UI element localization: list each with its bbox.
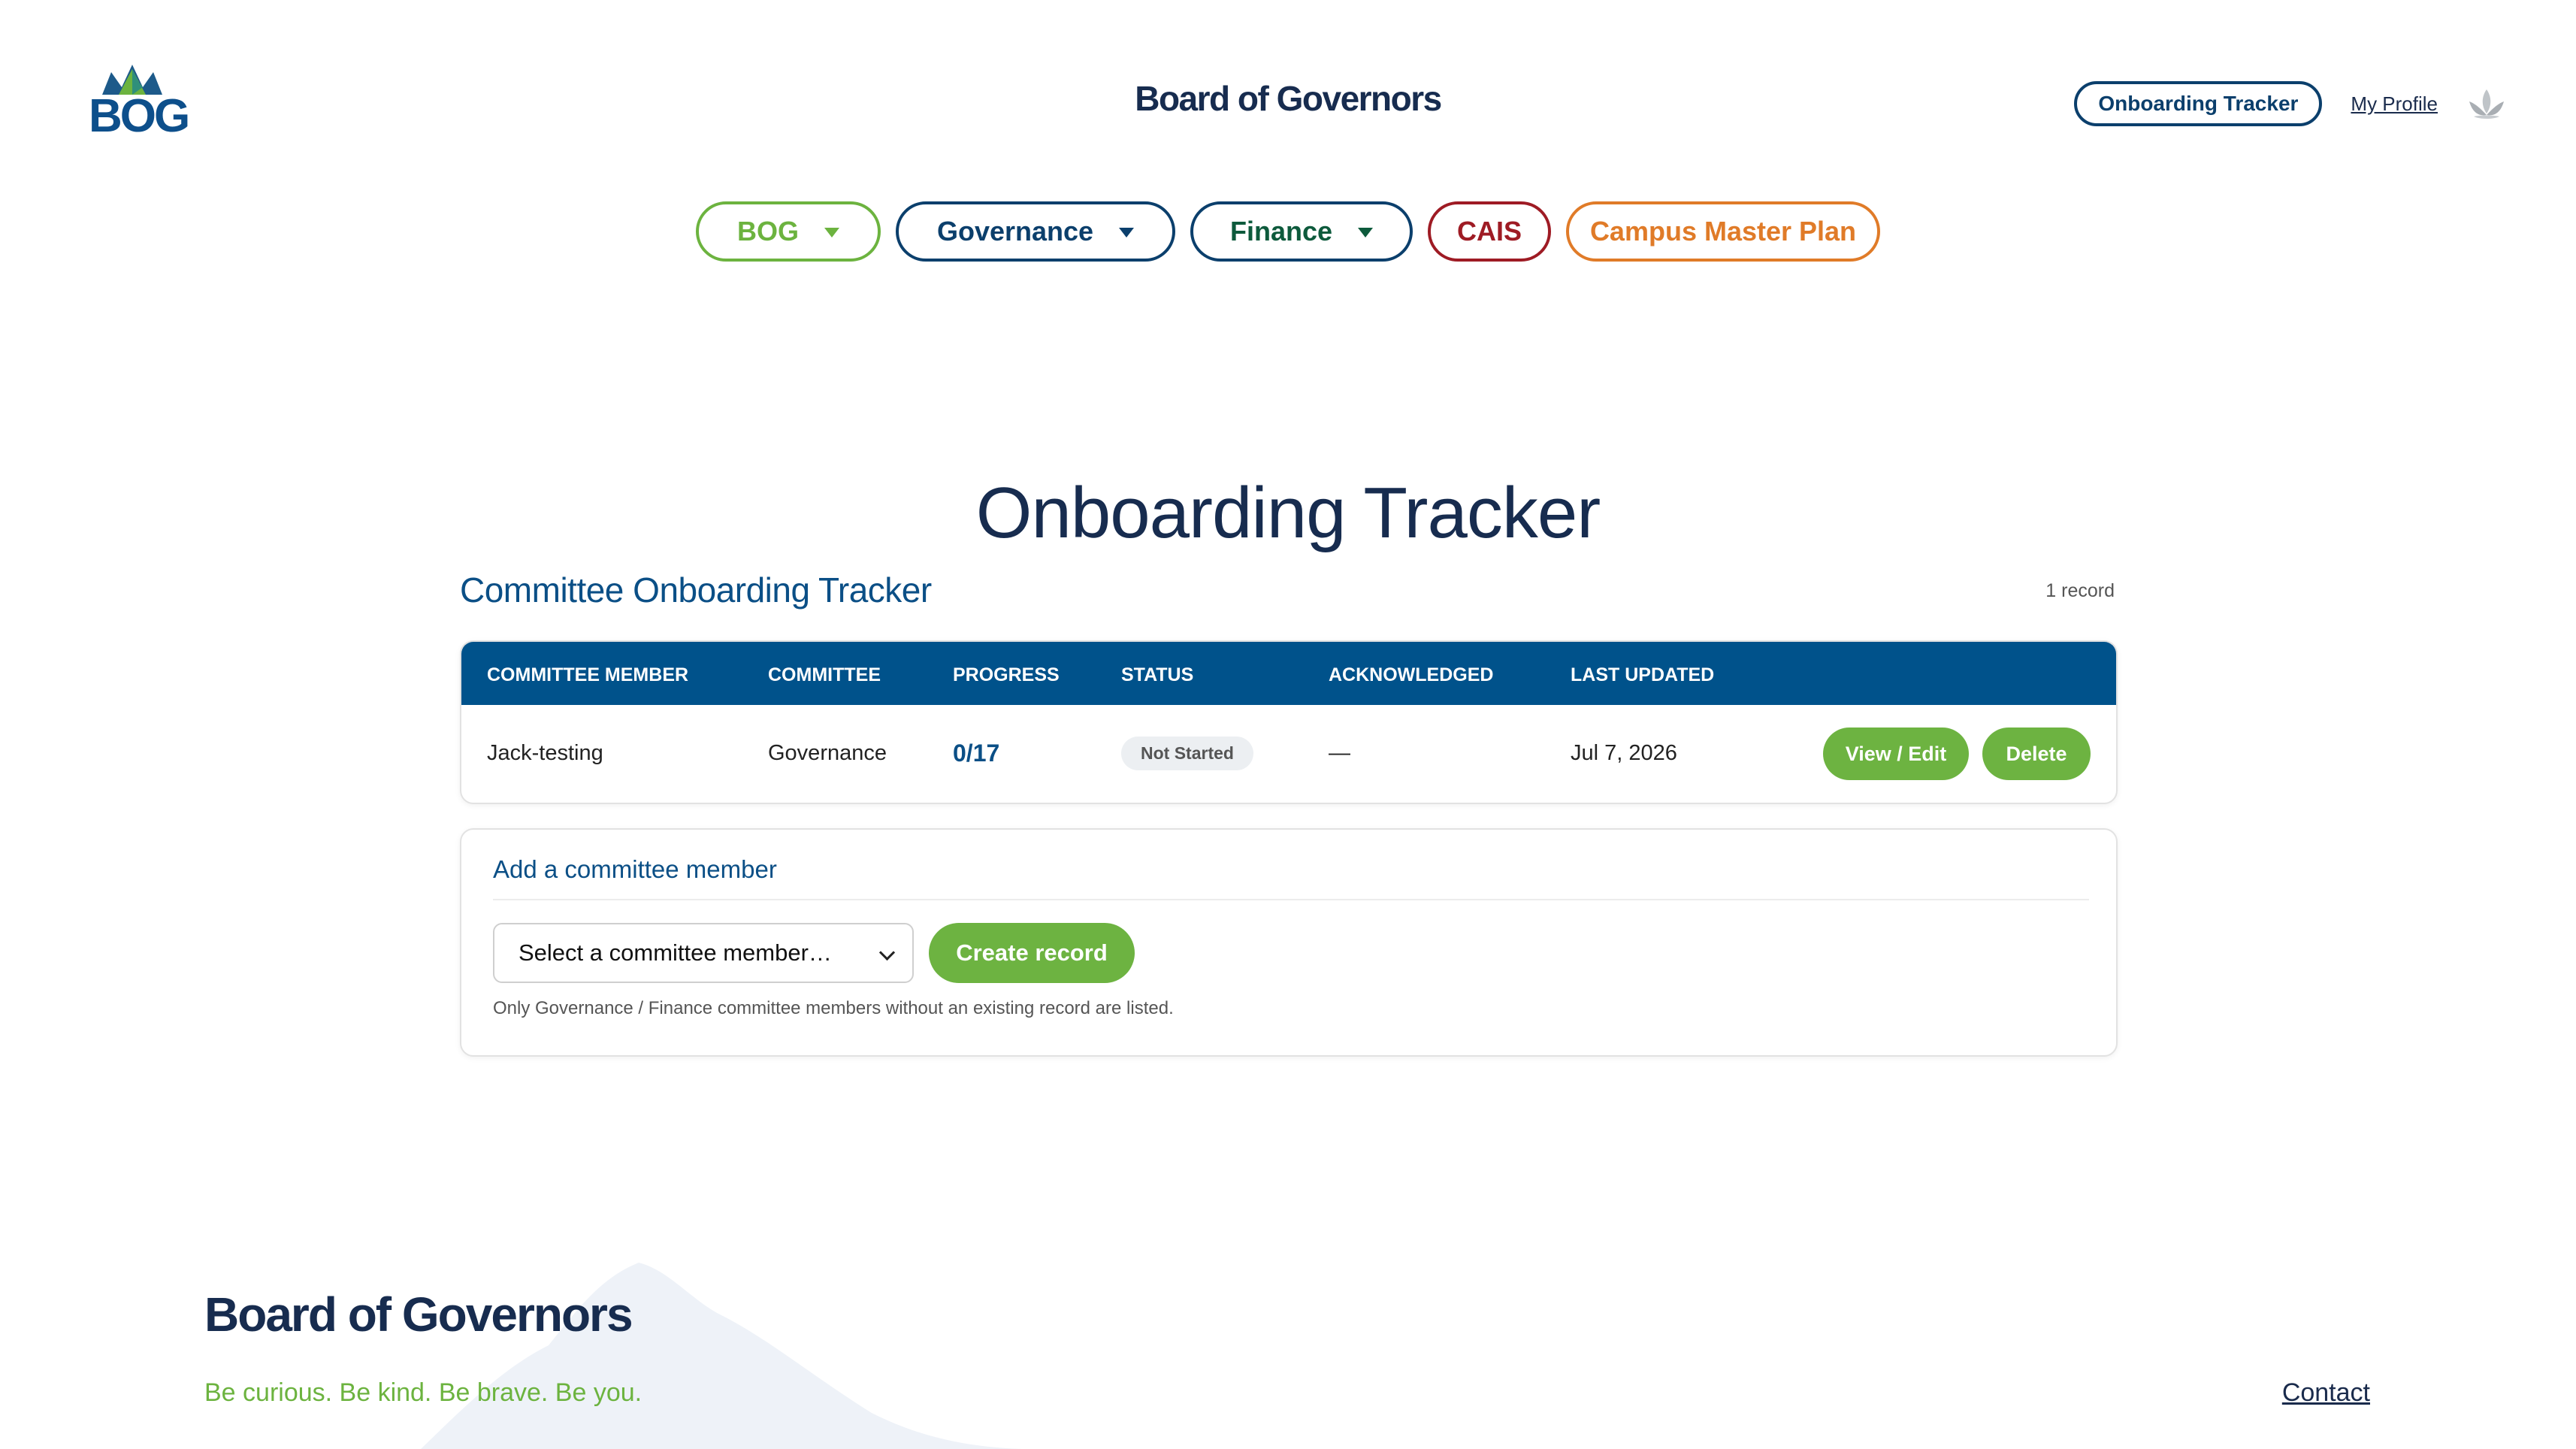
nav-campus-master-plan-label: Campus Master Plan: [1589, 216, 1857, 247]
last-updated-value: Jul 7, 2026: [1571, 741, 1677, 765]
nav-cais[interactable]: CAIS: [1428, 201, 1551, 262]
add-member-title: Add a committee member: [493, 855, 777, 883]
onboarding-table: COMMITTEE MEMBER COMMITTEE PROGRESS STAT…: [460, 640, 2118, 804]
select-value: Select a committee member…: [519, 939, 832, 966]
nav-campus-master-plan[interactable]: Campus Master Plan: [1566, 201, 1880, 262]
section-title: Committee Onboarding Tracker: [460, 570, 932, 610]
page-title: Onboarding Tracker: [975, 473, 1601, 553]
nav-finance[interactable]: Finance: [1190, 201, 1413, 262]
view-edit-button[interactable]: View / Edit: [1823, 728, 1969, 780]
header-actions: Onboarding Tracker My Profile: [2074, 81, 2507, 126]
contact-link[interactable]: Contact: [2282, 1378, 2370, 1408]
caret-down-icon: [1358, 227, 1374, 237]
my-profile-link[interactable]: My Profile: [2351, 92, 2438, 116]
record-count: 1 record: [2045, 580, 2115, 601]
column-header-committee: COMMITTEE: [768, 664, 881, 685]
acknowledged-value: —: [1329, 741, 1350, 765]
add-member-hint: Only Governance / Finance committee memb…: [493, 998, 1174, 1018]
table-row: Jack-testing Governance 0/17 Not Started…: [461, 705, 2116, 801]
delete-button[interactable]: Delete: [1982, 728, 2091, 780]
lotus-icon[interactable]: [2466, 85, 2507, 123]
caret-down-icon: [1119, 227, 1135, 237]
status-badge: Not Started: [1121, 737, 1253, 770]
onboarding-tracker-link[interactable]: Onboarding Tracker: [2074, 81, 2323, 126]
column-header-last-updated: LAST UPDATED: [1571, 664, 1715, 685]
nav-governance[interactable]: Governance: [896, 201, 1175, 262]
caret-down-icon: [824, 227, 839, 237]
divider: [493, 899, 2089, 900]
nav-governance-label: Governance: [936, 216, 1094, 247]
footer-title: Board of Governors: [204, 1287, 633, 1342]
nav-cais-label: CAIS: [1456, 216, 1522, 247]
nav-bog-label: BOG: [736, 216, 799, 247]
nav-finance-label: Finance: [1229, 216, 1333, 247]
main-nav: BOG Governance Finance CAIS Campus Maste…: [0, 201, 2576, 262]
column-header-progress: PROGRESS: [953, 664, 1060, 685]
member-name: Jack-testing: [487, 741, 603, 765]
column-header-member: COMMITTEE MEMBER: [487, 664, 689, 685]
table-header: COMMITTEE MEMBER COMMITTEE PROGRESS STAT…: [461, 642, 2116, 705]
progress-value: 0/17: [953, 740, 1000, 767]
nav-bog[interactable]: BOG: [696, 201, 881, 262]
column-header-status: STATUS: [1121, 664, 1194, 685]
chevron-down-icon: [878, 944, 896, 961]
committee-name: Governance: [768, 741, 887, 765]
create-record-button[interactable]: Create record: [929, 923, 1135, 983]
committee-member-select[interactable]: Select a committee member…: [493, 923, 914, 983]
column-header-acknowledged: ACKNOWLEDGED: [1329, 664, 1494, 685]
add-member-card: Add a committee member Select a committe…: [460, 828, 2118, 1057]
footer-tagline: Be curious. Be kind. Be brave. Be you.: [204, 1378, 642, 1407]
